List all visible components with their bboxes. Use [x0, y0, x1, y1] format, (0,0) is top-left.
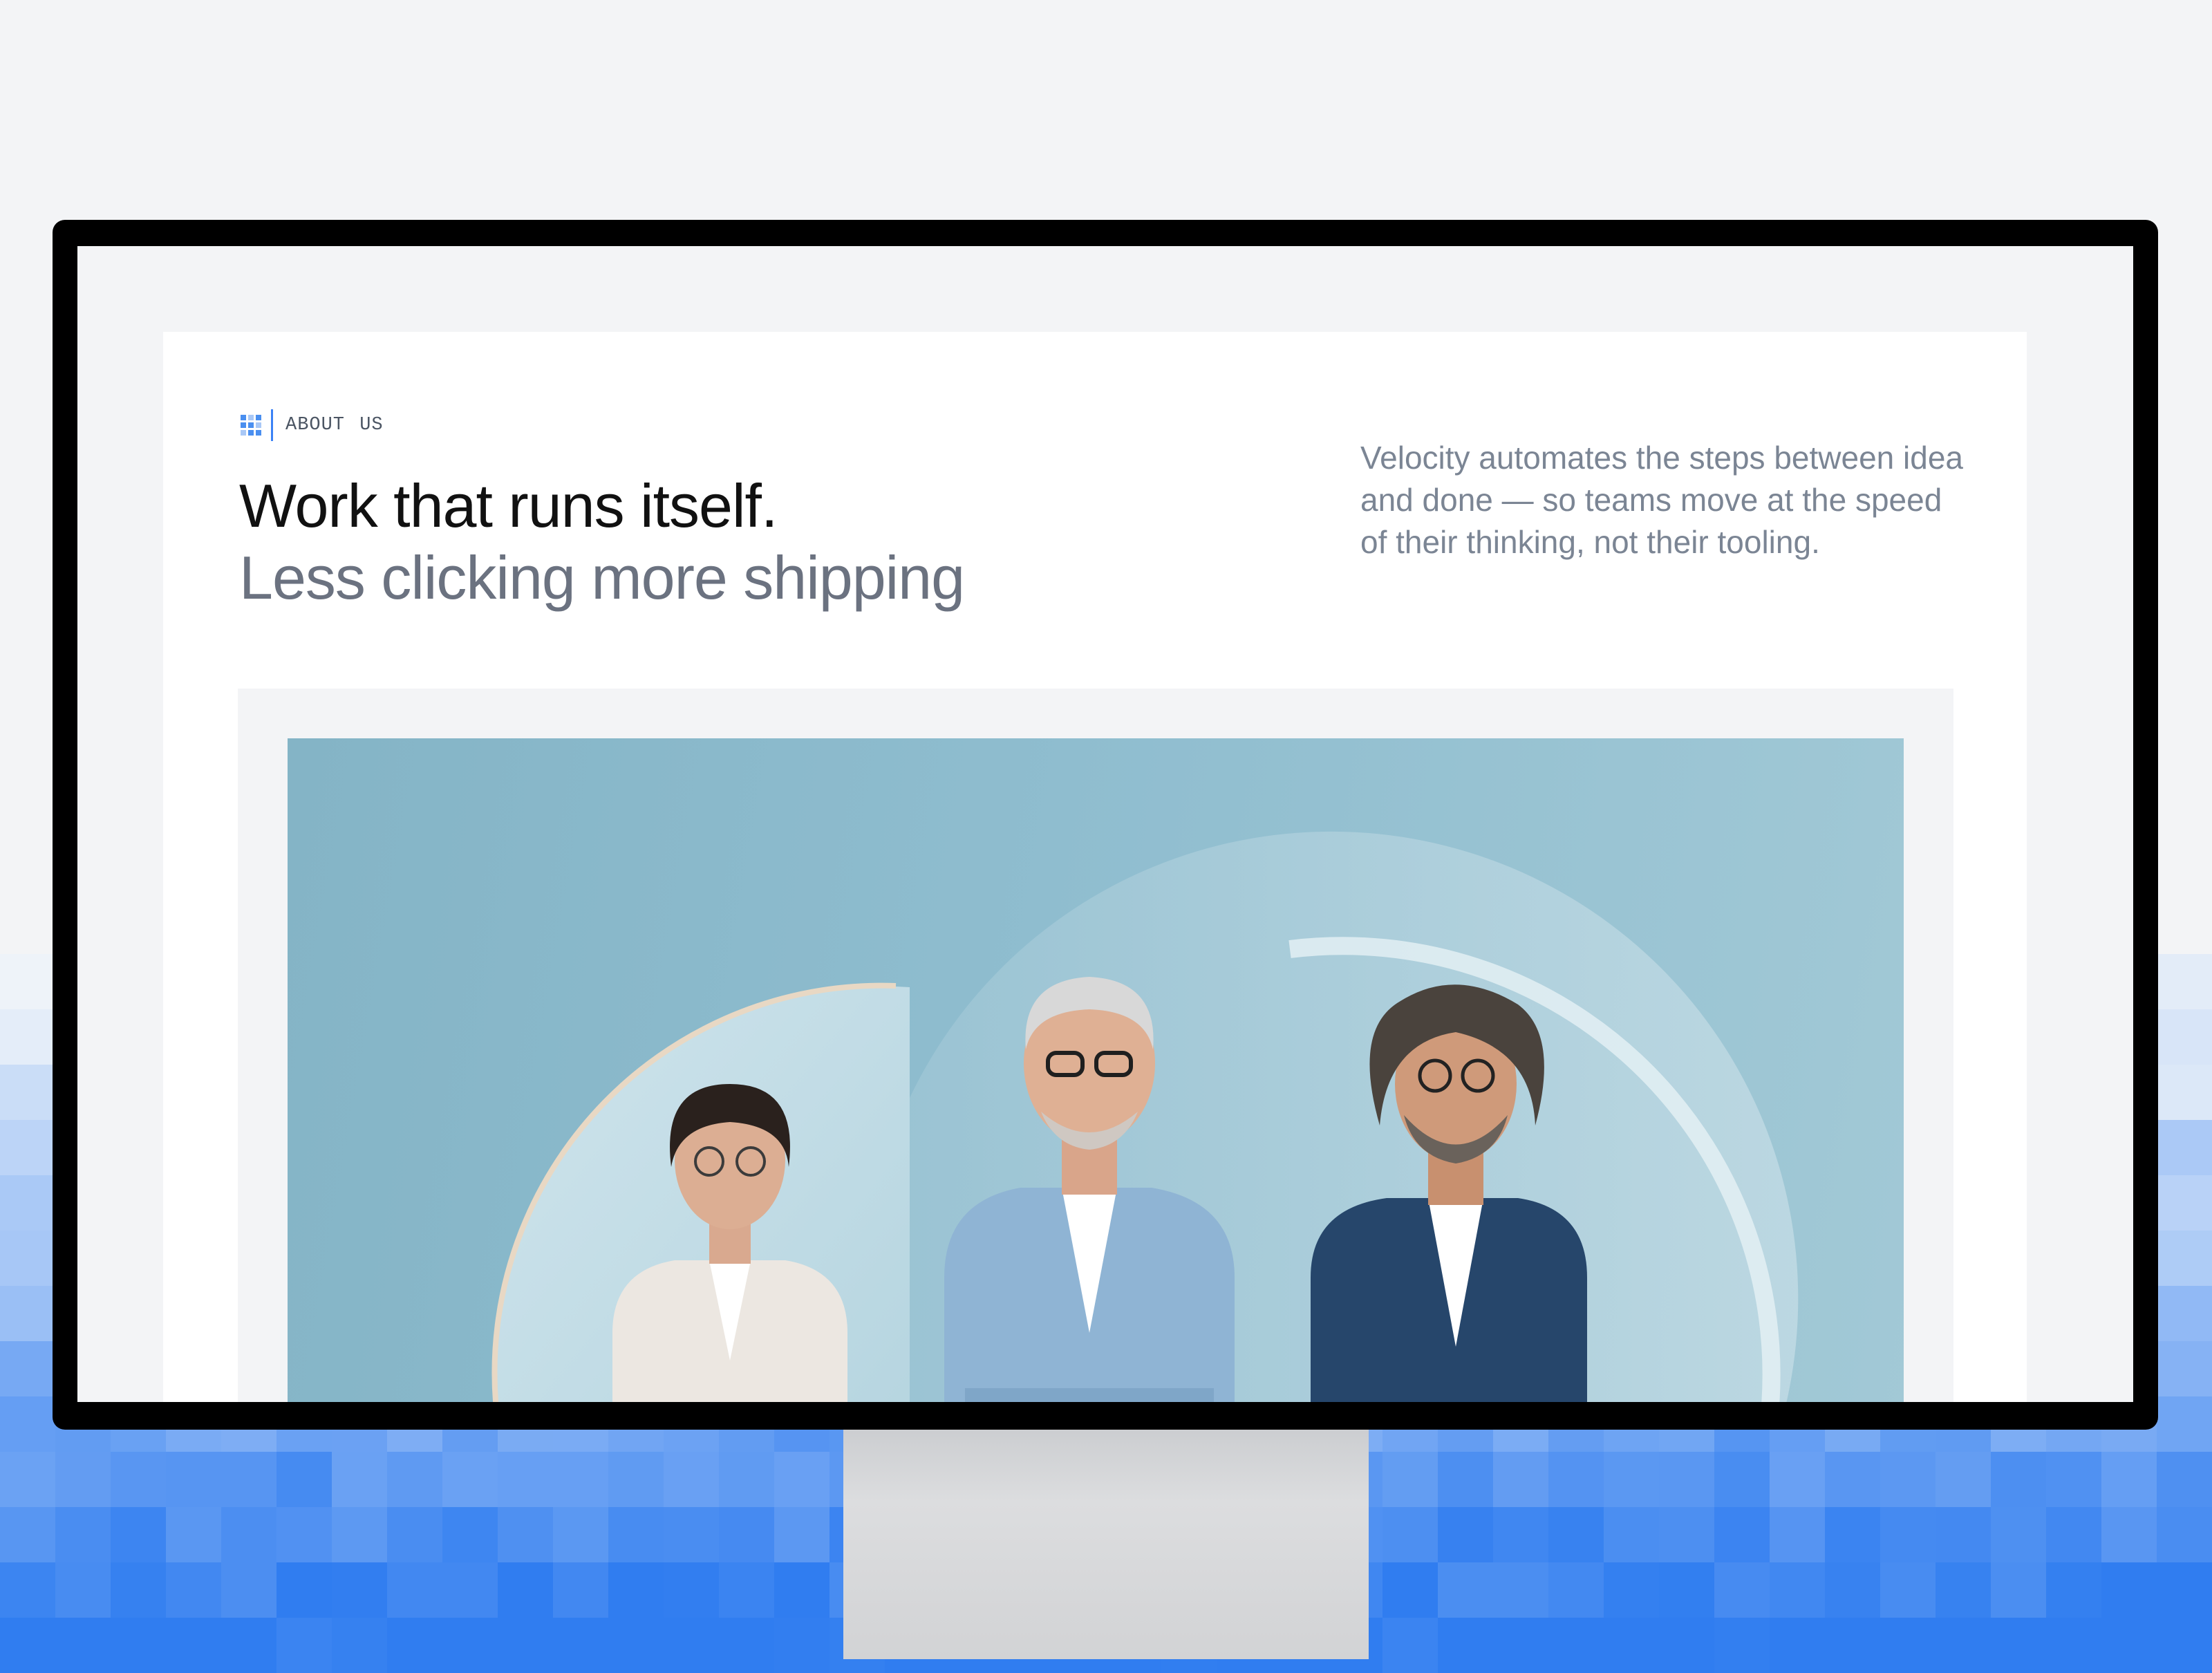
monitor-stand [843, 1417, 1369, 1659]
photo-frame [238, 689, 1953, 1402]
intro-paragraph: Velocity automates the steps between ide… [1360, 440, 1964, 560]
monitor-bezel: ABOUT US Work that runs itself. Less cli… [53, 220, 2158, 1430]
team-photo-illustration [491, 831, 1799, 1402]
page-title: Work that runs itself. [239, 471, 778, 540]
team-photo [288, 738, 1904, 1402]
about-us-label: ABOUT US [285, 415, 384, 436]
section-eyebrow: ABOUT US [241, 408, 384, 442]
page-subtitle: Less clicking more shipping [239, 543, 965, 612]
grid-dots-icon [241, 415, 261, 436]
eyebrow-divider [271, 409, 273, 441]
about-section: ABOUT US Work that runs itself. Less cli… [163, 332, 2027, 1402]
monitor-screen: ABOUT US Work that runs itself. Less cli… [77, 246, 2133, 1402]
